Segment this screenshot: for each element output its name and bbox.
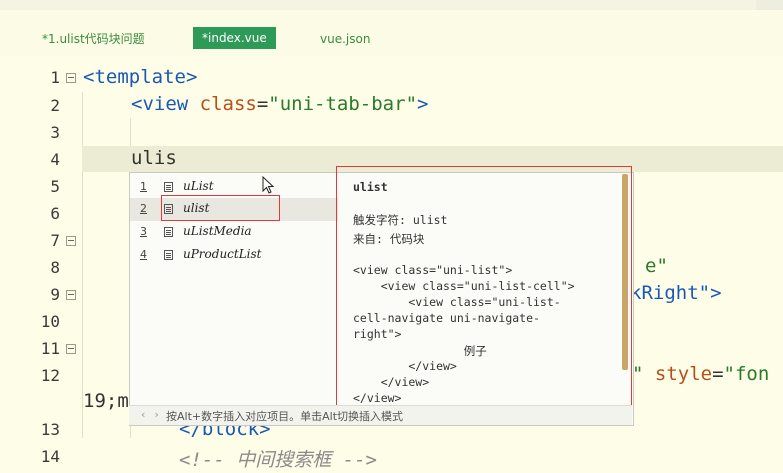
suggestion-index: 4: [140, 248, 147, 261]
line-number: 9: [50, 285, 60, 304]
detail-trigger: 触发字符: ulist: [353, 213, 448, 227]
detail-code-line: <view class="uni-list-: [353, 295, 561, 309]
code-line-fragment: 19;m: [83, 390, 129, 412]
line-number: 10: [40, 312, 60, 331]
line-number: 14: [40, 447, 60, 466]
line-number: 4: [50, 150, 60, 169]
detail-code-line: </view>: [353, 391, 402, 405]
code-line-fragment: e": [645, 255, 668, 277]
highlight-annotation-box: [161, 195, 280, 221]
code-token: =: [256, 93, 269, 115]
code-token: "uni-tab-bar": [268, 93, 418, 115]
suggestion-index: 3: [140, 225, 147, 238]
snippet-detail-panel: ulist 触发字符: ulist 来自: 代码块 <view class="u…: [336, 166, 632, 424]
suggestion-label: uProductList: [183, 247, 262, 261]
code-token: >: [417, 93, 429, 115]
code-line-current: ulis: [131, 147, 177, 169]
window-edge: [756, 0, 783, 10]
line-number: 12: [40, 366, 60, 385]
suggestion-item[interactable]: 3 uListMedia: [130, 221, 338, 244]
title-strip: [0, 0, 783, 10]
detail-code-line: right">: [353, 327, 402, 341]
line-number: 7: [50, 231, 60, 250]
snippet-icon: [164, 227, 173, 237]
code-token: "fon: [723, 363, 770, 385]
autocomplete-hint-bar: ‹ › 按Alt+数字插入对应项目。单击Alt切换插入模式: [129, 405, 632, 425]
detail-code-line: </view>: [353, 375, 430, 389]
code-line-fragment: kRight">: [630, 282, 722, 304]
code-line-fragment: " style="fon: [632, 363, 769, 385]
suggestion-label: uListMedia: [183, 224, 252, 238]
code-line: <!-- 中间搜索框 -->: [179, 445, 377, 472]
fold-toggle-icon[interactable]: [66, 73, 76, 83]
code-token: kRight">: [630, 282, 722, 304]
indent-guide: [82, 92, 83, 438]
line-number: 11: [40, 339, 60, 358]
hint-nav-arrows-icon[interactable]: ‹ ›: [140, 408, 160, 421]
tab-ulist-problem[interactable]: *1.ulist代码块问题: [42, 30, 145, 48]
fold-toggle-icon[interactable]: [66, 236, 76, 246]
tab-index-vue[interactable]: *index.vue: [193, 27, 276, 49]
line-number: 13: [40, 420, 60, 439]
line-number: 3: [50, 123, 60, 142]
fold-toggle-icon[interactable]: [66, 344, 76, 354]
code-token: <template>: [83, 66, 198, 88]
code-token: e": [645, 255, 668, 277]
fold-toggle-icon[interactable]: [66, 290, 76, 300]
detail-code-line: cell-navigate uni-navigate-: [353, 311, 540, 325]
line-number: 5: [50, 177, 60, 196]
suggestion-item[interactable]: 4 uProductList: [130, 244, 338, 267]
line-number: 1: [50, 68, 60, 87]
hint-text: 按Alt+数字插入对应项目。单击Alt切换插入模式: [166, 410, 404, 423]
mouse-cursor-icon: [262, 176, 274, 194]
snippet-icon: [164, 250, 173, 260]
detail-code-line: <view class="uni-list-cell">: [353, 279, 575, 293]
line-number: 6: [50, 204, 60, 223]
snippet-icon: [164, 182, 173, 192]
code-token: class: [199, 93, 257, 115]
tab-vue-json[interactable]: vue.json: [320, 30, 370, 48]
suggestion-index: 1: [140, 180, 147, 193]
code-line: <template>: [83, 66, 197, 88]
line-number: 2: [50, 96, 60, 115]
detail-source: 来自: 代码块: [353, 232, 425, 246]
detail-title: ulist: [353, 180, 388, 194]
suggestion-index: 2: [140, 202, 147, 215]
editor-tab-bar: *1.ulist代码块问题 *index.vue vue.json: [0, 10, 783, 56]
suggestion-label: uList: [183, 179, 214, 193]
code-token: style: [643, 363, 713, 385]
detail-code-line: 例子: [353, 344, 487, 358]
code-token: <!-- 中间搜索框 -->: [179, 449, 377, 471]
detail-code-line: <view class="uni-list">: [353, 263, 513, 277]
detail-scrollbar[interactable]: [622, 174, 628, 370]
detail-code-line: </view>: [353, 359, 457, 373]
code-token: <view: [131, 93, 200, 115]
code-token: =: [712, 363, 724, 385]
line-number: 8: [50, 258, 60, 277]
code-line: <view class="uni-tab-bar">: [131, 93, 428, 115]
